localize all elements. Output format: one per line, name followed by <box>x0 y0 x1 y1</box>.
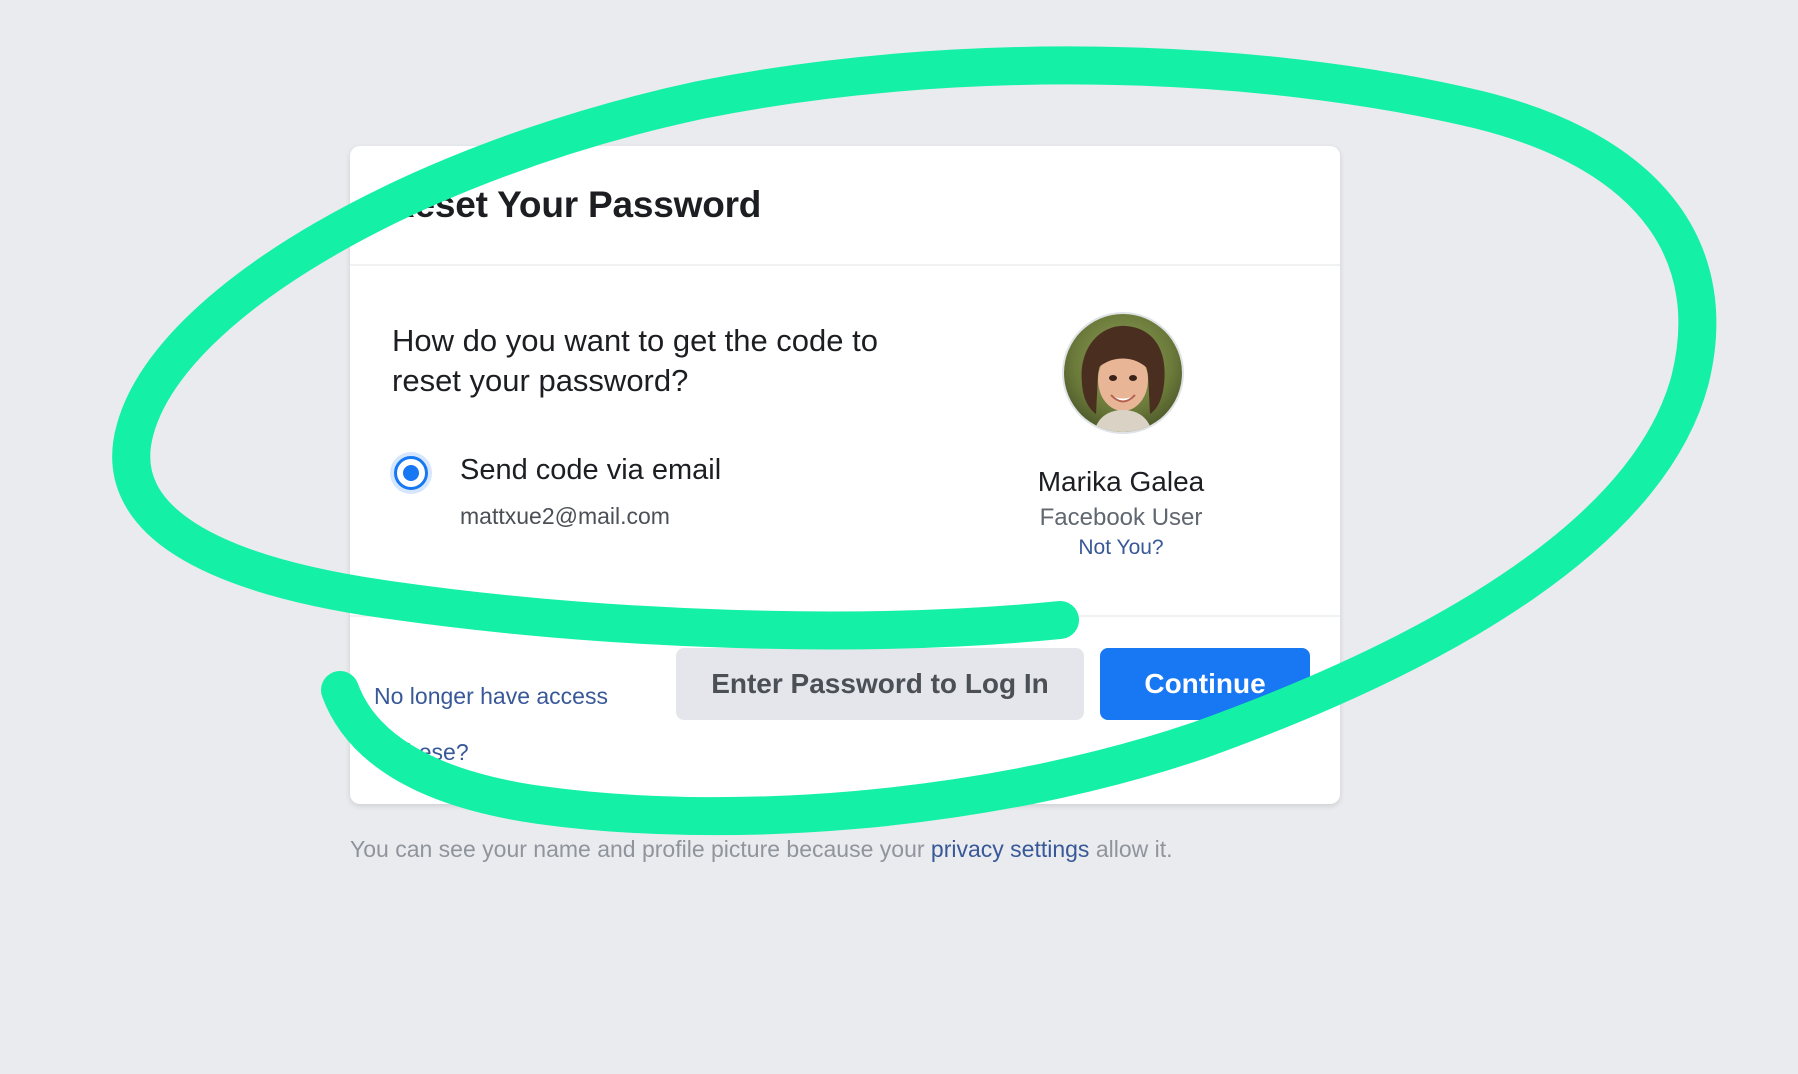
continue-button[interactable]: Continue <box>1100 648 1310 720</box>
email-option-label[interactable]: Send code via email <box>460 454 721 487</box>
no-access-link[interactable]: No longer have access to these? <box>374 668 624 780</box>
enter-password-button[interactable]: Enter Password to Log In <box>676 648 1084 720</box>
privacy-note: You can see your name and profile pictur… <box>350 836 1173 863</box>
reset-password-dialog: Reset Your Password How do you want to g… <box>350 146 1340 804</box>
user-subtitle: Facebook User <box>1039 504 1203 531</box>
email-option-radio[interactable] <box>394 456 428 490</box>
not-you-link[interactable]: Not You? <box>971 536 1271 560</box>
profile-photo-icon <box>1064 314 1182 432</box>
privacy-text-after: allow it. <box>1089 836 1173 862</box>
radio-selected-icon <box>403 465 419 481</box>
user-name: Marika Galea <box>1037 466 1205 497</box>
footer-divider <box>350 615 1340 617</box>
email-address: mattxue2@mail.com <box>460 503 670 529</box>
privacy-settings-link[interactable]: privacy settings <box>931 836 1090 862</box>
dialog-title: Reset Your Password <box>388 184 762 225</box>
reset-question: How do you want to get the code to reset… <box>392 323 878 398</box>
privacy-text-before: You can see your name and profile pictur… <box>350 836 931 862</box>
avatar <box>1062 312 1184 434</box>
dialog-header: Reset Your Password <box>350 146 1340 266</box>
